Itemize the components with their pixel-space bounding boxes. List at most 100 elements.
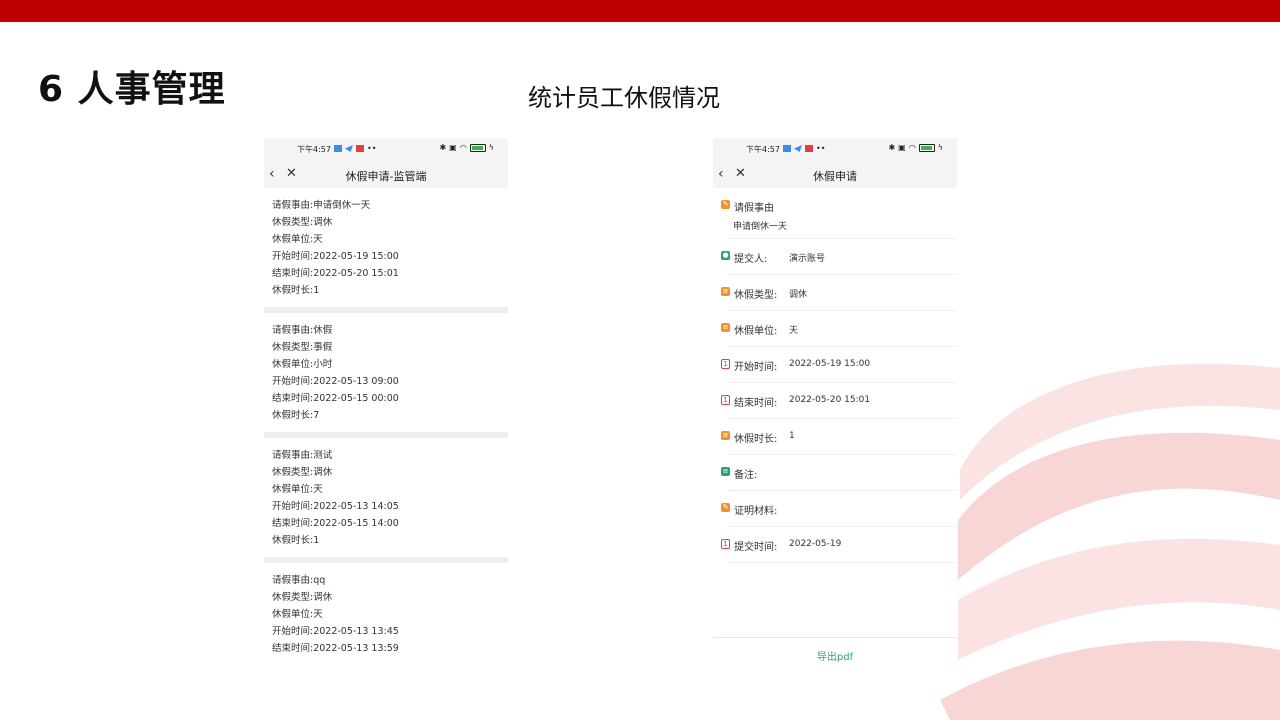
send-icon <box>345 145 353 152</box>
field-value: 演示账号 <box>789 254 826 264</box>
record-line: 休假单位:天 <box>272 484 323 495</box>
field-label: 休假单位: <box>734 326 778 337</box>
field-row-submit-time: 1 提交时间: 2022-05-19 <box>721 527 957 563</box>
field-row-attachment: ✎ 证明材料: <box>721 491 957 527</box>
field-row-duration: ≡ 休假时长: 1 <box>721 419 957 455</box>
record-line: 休假类型:事假 <box>272 342 333 353</box>
status-time: 下午4:57 <box>746 145 780 154</box>
charging-icon: ϟ <box>488 143 494 152</box>
badge-icon <box>805 145 813 152</box>
bluetooth-icon: ✱ <box>888 143 896 152</box>
field-row-start-time: 1 开始时间: 2022-05-19 15:00 <box>721 347 957 383</box>
battery-icon <box>918 143 935 152</box>
record-line: 休假时长:1 <box>272 285 320 296</box>
record-line: 请假事由:休假 <box>272 325 333 336</box>
field-value: 申请倒休一天 <box>733 222 788 232</box>
field-value: 2022-05-20 15:01 <box>789 395 871 405</box>
field-label: 休假类型: <box>734 290 778 301</box>
field-label: 结束时间: <box>734 398 778 409</box>
field-value: 1 <box>789 431 795 441</box>
slide-subtitle: 统计员工休假情况 <box>528 84 720 112</box>
field-label: 提交人: <box>734 254 768 265</box>
record-line: 休假类型:调休 <box>272 217 333 228</box>
record-line: 开始时间:2022-05-13 09:00 <box>272 376 399 387</box>
record-line: 开始时间:2022-05-19 15:00 <box>272 251 399 262</box>
notification-icons: •• <box>334 144 376 153</box>
list-icon: ≡ <box>721 431 730 440</box>
battery-icon <box>469 143 486 152</box>
nav-bar: ‹ ✕ 休假申请-监管端 <box>264 160 508 188</box>
user-icon: ● <box>721 251 730 260</box>
status-bar: 下午4:57 •• ✱ ▣ ◠ ϟ <box>713 138 957 160</box>
wifi-icon: ◠ <box>459 143 467 152</box>
record-line: 休假类型:调休 <box>272 592 333 603</box>
system-icons: ✱ ▣ ◠ ϟ <box>439 143 494 152</box>
list-icon: ≡ <box>721 323 730 332</box>
footer-divider <box>713 637 957 638</box>
calendar-icon: 1 <box>721 359 730 369</box>
field-label: 证明材料: <box>734 506 778 517</box>
field-value: 2022-05-19 15:00 <box>789 359 871 369</box>
system-icons: ✱ ▣ ◠ ϟ <box>888 143 943 152</box>
record-line: 请假事由:测试 <box>272 450 333 461</box>
badge-icon <box>356 145 364 152</box>
field-row-leave-type: ≡ 休假类型: 调休 <box>721 275 957 311</box>
field-row-leave-unit: ≡ 休假单位: 天 <box>721 311 957 347</box>
nav-title: 休假申请-监管端 <box>345 170 427 183</box>
record-line: 休假类型:调休 <box>272 467 333 478</box>
record-line: 休假单位:小时 <box>272 359 333 370</box>
record-line: 休假单位:天 <box>272 609 323 620</box>
edit-icon: ✎ <box>721 200 730 209</box>
nav-bar: ‹ ✕ 休假申请 <box>713 160 957 188</box>
field-label: 请假事由 <box>734 203 774 214</box>
field-value: 调休 <box>789 290 808 300</box>
calendar-icon: 1 <box>721 539 730 549</box>
record-line: 休假时长:1 <box>272 535 320 546</box>
record-line: 请假事由:申请倒休一天 <box>272 200 371 211</box>
bluetooth-icon: ✱ <box>439 143 447 152</box>
field-label: 休假时长: <box>734 434 778 445</box>
record-line: 开始时间:2022-05-13 14:05 <box>272 501 399 512</box>
message-icon <box>783 145 791 152</box>
field-row-remark: ≡ 备注: <box>721 455 957 491</box>
record-line: 结束时间:2022-05-15 00:00 <box>272 393 399 404</box>
message-icon <box>334 145 342 152</box>
slide-title: 6 人事管理 <box>38 69 226 110</box>
wifi-icon: ◠ <box>908 143 916 152</box>
field-label: 备注: <box>734 470 758 481</box>
field-label: 提交时间: <box>734 542 778 553</box>
sim-icon: ▣ <box>449 143 457 152</box>
record-line: 结束时间:2022-05-13 13:59 <box>272 643 399 654</box>
record-line: 休假时长:7 <box>272 410 320 421</box>
status-bar: 下午4:57 •• ✱ ▣ ◠ ϟ <box>264 138 508 160</box>
leave-record-card[interactable]: 请假事由:休假 休假类型:事假 休假单位:小时 开始时间:2022-05-13 … <box>264 313 508 432</box>
field-row-submitter: ● 提交人: 演示账号 <box>721 239 957 275</box>
sim-icon: ▣ <box>898 143 906 152</box>
list-icon: ≡ <box>721 287 730 296</box>
more-dots-icon: •• <box>367 144 377 153</box>
field-label: 开始时间: <box>734 362 778 373</box>
record-line: 开始时间:2022-05-13 13:45 <box>272 626 399 637</box>
send-icon <box>794 145 802 152</box>
notification-icons: •• <box>783 144 825 153</box>
status-time: 下午4:57 <box>297 145 331 154</box>
nav-title: 休假申请 <box>813 170 857 183</box>
record-line: 结束时间:2022-05-15 14:00 <box>272 518 399 529</box>
field-value: 天 <box>789 326 799 336</box>
leave-record-card[interactable]: 请假事由:测试 休假类型:调休 休假单位:天 开始时间:2022-05-13 1… <box>264 438 508 557</box>
calendar-icon: 1 <box>721 395 730 405</box>
export-pdf-button[interactable]: 导出pdf <box>713 648 957 663</box>
record-line: 休假单位:天 <box>272 234 323 245</box>
record-line: 请假事由:qq <box>272 575 326 586</box>
field-row-end-time: 1 结束时间: 2022-05-20 15:01 <box>721 383 957 419</box>
reason-row: ✎ 请假事由 申请倒休一天 <box>721 188 957 239</box>
leave-record-card[interactable]: 请假事由:qq 休假类型:调休 休假单位:天 开始时间:2022-05-13 1… <box>264 563 508 665</box>
more-dots-icon: •• <box>816 144 826 153</box>
phone-screenshot-detail: 下午4:57 •• ✱ ▣ ◠ ϟ ‹ ✕ 休假申请 ✎ 请假事由 申请倒休一天… <box>713 138 957 668</box>
record-line: 结束时间:2022-05-20 15:01 <box>272 268 399 279</box>
edit-icon: ✎ <box>721 503 730 512</box>
field-value: 2022-05-19 <box>789 539 842 549</box>
note-icon: ≡ <box>721 467 730 476</box>
leave-record-card[interactable]: 请假事由:申请倒休一天 休假类型:调休 休假单位:天 开始时间:2022-05-… <box>264 188 508 307</box>
phone-screenshot-list: 下午4:57 •• ✱ ▣ ◠ ϟ ‹ ✕ 休假申请-监管端 请假事由:申请倒休… <box>264 138 508 668</box>
